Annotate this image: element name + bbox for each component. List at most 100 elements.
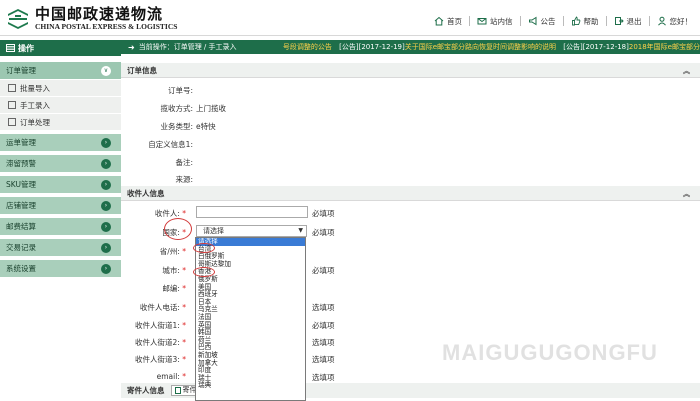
nav-divider bbox=[562, 16, 564, 26]
nav-announcements-label: 公告 bbox=[540, 16, 556, 26]
city-label-text: 城市: bbox=[162, 266, 180, 275]
recipient-name-label-text: 收件人: bbox=[154, 209, 180, 218]
order-number-label: 订单号: bbox=[167, 86, 193, 95]
section-title: 收件人信息 bbox=[127, 188, 165, 198]
required-hint: 必填项 bbox=[312, 228, 335, 237]
sidebar-title-label: 操作 bbox=[18, 43, 34, 53]
arrow-right-icon: ➜ bbox=[128, 42, 135, 52]
sidebar-item-label: 订单处理 bbox=[20, 117, 50, 127]
recipient-info-header[interactable]: 收件人信息 ︽ bbox=[121, 186, 700, 201]
announcement-link[interactable]: 2018年国际e邮宝部分 bbox=[629, 42, 700, 52]
menu-group-label: 邮费结算 bbox=[6, 222, 36, 231]
section-title: 寄件人信息 bbox=[127, 386, 165, 395]
business-type-value: e特快 bbox=[196, 122, 216, 131]
nav-divider bbox=[605, 16, 607, 26]
nav-divider bbox=[519, 16, 521, 26]
order-info-header[interactable]: 订单信息 ︽ bbox=[121, 63, 700, 78]
recipient-name-input[interactable] bbox=[196, 206, 308, 218]
street1-label: 收件人街道1: * bbox=[135, 321, 186, 330]
sidebar-item-label: 批量导入 bbox=[20, 83, 50, 93]
phone-label: 收件人电话: * bbox=[139, 303, 186, 312]
top-nav: 首页 站内信 公告 帮助 退出 您好！ bbox=[427, 14, 692, 28]
nav-user-greeting[interactable]: 您好！ bbox=[657, 16, 692, 27]
watermark: MAIGUGUGONGFU bbox=[442, 340, 658, 365]
sidebar-item-label: 手工录入 bbox=[20, 100, 50, 110]
business-type-label: 业务类型: bbox=[160, 122, 193, 131]
nav-divider bbox=[469, 16, 470, 26]
required-hint: 必填项 bbox=[312, 321, 335, 330]
menu-group-label: 滞留预警 bbox=[6, 159, 36, 168]
nav-messages-label: 站内信 bbox=[490, 16, 513, 26]
brand-logo[interactable]: 中国邮政速递物流 CHINA POSTAL EXPRESS & LOGISTIC… bbox=[6, 3, 177, 33]
chevron-down-icon: ▼ bbox=[298, 227, 303, 234]
optional-hint: 选填项 bbox=[312, 355, 335, 364]
country-option[interactable]: 瑞士 bbox=[196, 374, 305, 383]
country-option[interactable]: 乌克兰 bbox=[196, 306, 305, 314]
province-label: 省/州: * bbox=[159, 247, 186, 256]
menu-group-order-management[interactable]: 订单管理 ∨ bbox=[0, 62, 121, 80]
mail-icon bbox=[477, 18, 487, 25]
breadcrumb: 当前操作：订单管理 / 手工录入 bbox=[138, 43, 237, 51]
announcement-link[interactable]: 关于国际e邮宝部分路向恢复时间调整影响的说明 bbox=[405, 42, 556, 52]
street3-label: 收件人街道3: * bbox=[135, 355, 186, 364]
city-label: 城市: * bbox=[162, 266, 186, 275]
logout-icon bbox=[614, 17, 624, 25]
edit-icon bbox=[8, 101, 16, 109]
country-option[interactable]: 瑞典 bbox=[196, 382, 305, 390]
street3-label-text: 收件人街道3: bbox=[135, 355, 180, 364]
section-title: 订单信息 bbox=[127, 65, 157, 75]
annotation-circle-country bbox=[164, 218, 192, 240]
country-option[interactable]: 印度 bbox=[196, 366, 305, 375]
phone-label-text: 收件人电话: bbox=[139, 303, 180, 312]
country-option[interactable]: 荷兰 bbox=[196, 336, 305, 345]
announcement-link[interactable]: 号段调整的公告 bbox=[283, 42, 332, 52]
zip-label: 邮编: * bbox=[162, 284, 186, 293]
logo-chinese-name: 中国邮政速递物流 bbox=[35, 4, 164, 23]
country-option[interactable]: 加拿大 bbox=[196, 359, 305, 368]
menu-grid-icon bbox=[6, 44, 15, 52]
source-label: 来源: bbox=[175, 175, 193, 184]
country-option[interactable]: 西班牙 bbox=[196, 291, 305, 299]
country-option[interactable]: 英国 bbox=[196, 321, 305, 330]
menu-group-label: 交易记录 bbox=[6, 243, 36, 252]
logo-english-name: CHINA POSTAL EXPRESS & LOGISTICS bbox=[35, 21, 178, 31]
country-dropdown-list[interactable]: 请选择 台湾 白俄罗斯 哥斯达黎加 香港 俄罗斯 美国 西班牙 日本 乌克兰 法… bbox=[195, 237, 306, 401]
nav-announcements[interactable]: 公告 bbox=[528, 16, 556, 27]
nav-logout[interactable]: 退出 bbox=[614, 16, 642, 27]
menu-group-label: 订单管理 bbox=[6, 66, 36, 75]
remarks-label: 备注: bbox=[175, 158, 193, 167]
annotation-circle-taiwan bbox=[193, 243, 215, 253]
collapse-up-icon[interactable]: ︽ bbox=[683, 66, 690, 76]
contact-book-icon bbox=[174, 387, 181, 394]
top-header: 中国邮政速递物流 CHINA POSTAL EXPRESS & LOGISTIC… bbox=[0, 0, 700, 36]
zip-label-text: 邮编: bbox=[162, 284, 180, 293]
country-select[interactable]: 请选择 ▼ bbox=[196, 225, 307, 237]
optional-hint: 选填项 bbox=[312, 303, 335, 312]
breadcrumb-bar: ➜ 当前操作：订单管理 / 手工录入 号段调整的公告 [公告][2017-12-… bbox=[121, 40, 700, 54]
country-option[interactable]: 俄罗斯 bbox=[196, 275, 305, 284]
menu-group-label: 店铺管理 bbox=[6, 201, 36, 210]
nav-messages[interactable]: 站内信 bbox=[477, 16, 513, 27]
pickup-method-value: 上门揽收 bbox=[196, 104, 226, 113]
home-icon bbox=[434, 16, 444, 26]
china-post-logo-icon bbox=[6, 6, 30, 30]
street2-label-text: 收件人街道2: bbox=[135, 338, 180, 347]
country-option[interactable]: 法国 bbox=[196, 313, 305, 322]
country-option[interactable]: 哥斯达黎加 bbox=[196, 260, 305, 269]
nav-home[interactable]: 首页 bbox=[434, 16, 462, 27]
nav-help[interactable]: 帮助 bbox=[571, 16, 599, 27]
street2-label: 收件人街道2: * bbox=[135, 338, 186, 347]
collapse-up-icon[interactable]: ︽ bbox=[683, 189, 690, 199]
menu-group-label: SKU管理 bbox=[6, 180, 36, 189]
country-option[interactable]: 韩国 bbox=[196, 329, 305, 337]
country-select-value: 请选择 bbox=[203, 227, 224, 235]
province-label-text: 省/州: bbox=[159, 247, 180, 256]
nav-home-label: 首页 bbox=[447, 16, 462, 26]
sidebar-title: 操作 bbox=[0, 40, 121, 56]
chevron-down-icon: ∨ bbox=[101, 66, 111, 76]
email-label: email: * bbox=[156, 372, 186, 381]
announcement-date: [公告][2017-12-19] bbox=[339, 43, 405, 51]
menu-group-label: 系统设置 bbox=[6, 264, 36, 273]
recipient-name-label: 收件人: * bbox=[154, 209, 186, 218]
import-icon bbox=[8, 84, 16, 92]
